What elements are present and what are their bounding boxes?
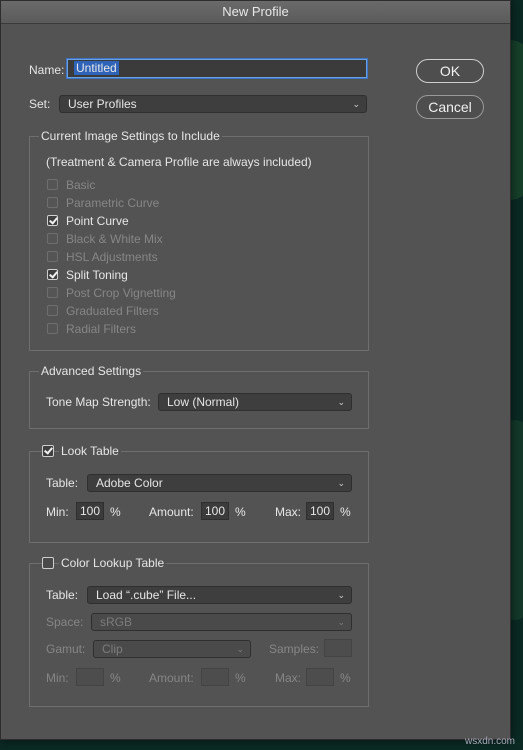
look-max-label: Max: (275, 505, 302, 519)
color-lookup-value: Load “.cube” File... (96, 588, 197, 602)
setting-checkbox[interactable] (47, 215, 58, 226)
setting-label: Graduated Filters (66, 304, 159, 318)
space-value: sRGB (100, 615, 133, 629)
chevron-down-icon: ⌄ (236, 644, 244, 654)
look-amount-percent: % (235, 505, 246, 519)
tone-map-value: Low (Normal) (167, 395, 240, 409)
chevron-down-icon: ⌄ (352, 99, 360, 109)
chevron-down-icon: ⌄ (337, 397, 345, 407)
setting-label: Parametric Curve (66, 196, 160, 210)
space-label: Space: (46, 615, 84, 629)
setting-checkbox[interactable] (47, 197, 58, 208)
clut-amount-percent: % (235, 671, 246, 685)
setting-label: Basic (66, 178, 96, 192)
name-label: Name: (29, 63, 65, 77)
setting-checkbox[interactable] (47, 179, 58, 190)
image-settings-note: (Treatment & Camera Profile are always i… (46, 155, 312, 169)
look-table-checkbox[interactable] (42, 445, 54, 457)
tone-map-label: Tone Map Strength: (46, 395, 151, 409)
clut-max-label: Max: (275, 671, 302, 685)
new-profile-dialog: New Profile Name: Untitled Set: User Pro… (0, 0, 511, 740)
cancel-button[interactable]: Cancel (416, 95, 484, 119)
look-max-input[interactable]: 100 (306, 502, 334, 520)
look-amount-label: Amount: (149, 505, 194, 519)
look-table-value: Adobe Color (96, 476, 163, 490)
color-lookup-checkbox[interactable] (42, 557, 54, 569)
setting-checkbox[interactable] (47, 269, 58, 280)
look-min-label: Min: (46, 505, 69, 519)
look-amount-input[interactable]: 100 (201, 502, 229, 520)
gamut-value: Clip (102, 642, 123, 656)
clut-min-percent: % (110, 671, 121, 685)
look-min-percent: % (110, 505, 121, 519)
set-value: User Profiles (68, 97, 137, 111)
setting-label: Post Crop Vignetting (66, 286, 176, 300)
setting-label: HSL Adjustments (66, 250, 158, 264)
gamut-label: Gamut: (46, 642, 86, 656)
set-label: Set: (29, 97, 51, 111)
setting-checkbox[interactable] (47, 251, 58, 262)
setting-label: Black & White Mix (66, 232, 163, 246)
look-table-group (29, 451, 369, 543)
setting-checkbox[interactable] (47, 323, 58, 334)
space-select[interactable]: sRGB ⌄ (91, 613, 352, 631)
samples-input[interactable] (324, 639, 352, 657)
ok-button[interactable]: OK (416, 59, 484, 83)
clut-amount-input[interactable] (201, 668, 229, 686)
color-lookup-table-label: Table: (46, 588, 79, 602)
color-lookup-select[interactable]: Load “.cube” File... ⌄ (87, 586, 352, 604)
clut-max-input[interactable] (306, 668, 334, 686)
chevron-down-icon: ⌄ (337, 478, 345, 488)
look-max-percent: % (340, 505, 351, 519)
setting-checkbox[interactable] (47, 287, 58, 298)
clut-min-label: Min: (46, 671, 69, 685)
setting-checkbox[interactable] (47, 233, 58, 244)
tone-map-select[interactable]: Low (Normal) ⌄ (158, 393, 352, 411)
image-settings-title: Current Image Settings to Include (39, 129, 222, 143)
clut-min-input[interactable] (76, 668, 104, 686)
setting-checkbox[interactable] (47, 305, 58, 316)
advanced-settings-title: Advanced Settings (39, 364, 144, 378)
window-title: New Profile (1, 1, 510, 24)
setting-label: Point Curve (66, 214, 129, 228)
color-lookup-title: Color Lookup Table (59, 556, 167, 570)
look-table-select[interactable]: Adobe Color ⌄ (87, 474, 352, 492)
look-table-table-label: Table: (46, 476, 79, 490)
name-input[interactable]: Untitled (67, 59, 367, 78)
name-value: Untitled (74, 61, 119, 75)
samples-label: Samples: (269, 642, 320, 656)
watermark: wsxdn.com (464, 736, 515, 747)
clut-max-percent: % (340, 671, 351, 685)
setting-label: Radial Filters (66, 322, 137, 336)
gamut-select[interactable]: Clip ⌄ (93, 640, 251, 658)
look-min-input[interactable]: 100 (76, 502, 104, 520)
set-select[interactable]: User Profiles ⌄ (59, 95, 367, 113)
chevron-down-icon: ⌄ (337, 590, 345, 600)
chevron-down-icon: ⌄ (337, 617, 345, 627)
setting-label: Split Toning (66, 268, 128, 282)
look-table-title: Look Table (59, 444, 121, 458)
clut-amount-label: Amount: (149, 671, 194, 685)
